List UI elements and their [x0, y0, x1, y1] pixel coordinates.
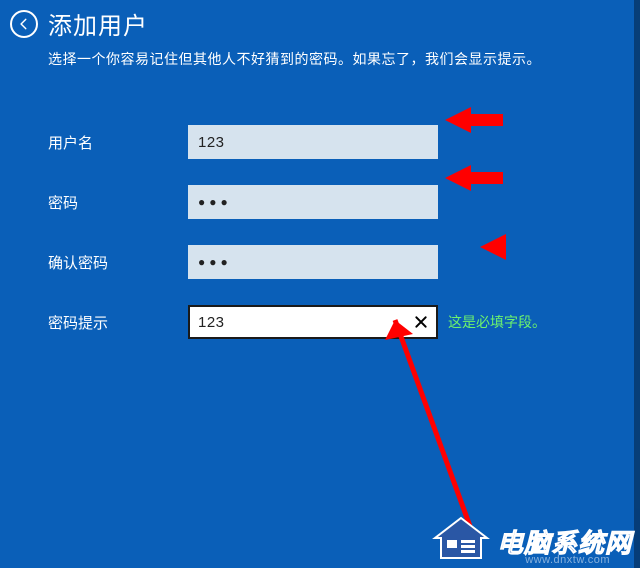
- page-subtitle: 选择一个你容易记住但其他人不好猜到的密码。如果忘了，我们会显示提示。: [0, 45, 640, 69]
- confirm-password-input[interactable]: ●●●: [188, 245, 438, 279]
- watermark-url: www.dnxtw.com: [525, 554, 610, 566]
- password-hint-label: 密码提示: [48, 312, 188, 333]
- scrollbar[interactable]: [634, 0, 640, 568]
- password-label: 密码: [48, 192, 188, 213]
- house-icon: [431, 516, 491, 560]
- hint-error-text: 这是必填字段。: [448, 312, 546, 332]
- page-title: 添加用户: [48, 6, 148, 41]
- password-hint-input[interactable]: [188, 305, 438, 339]
- arrow-left-icon: [17, 17, 31, 31]
- username-label: 用户名: [48, 132, 188, 153]
- username-input[interactable]: [188, 125, 438, 159]
- back-button[interactable]: [10, 10, 38, 38]
- add-user-form: 用户名 密码 ●●● 确认密码 ●●● 密码提示 这是必填字段。: [0, 69, 640, 339]
- password-input[interactable]: ●●●: [188, 185, 438, 219]
- close-icon: [413, 314, 429, 330]
- confirm-password-label: 确认密码: [48, 252, 188, 273]
- clear-button[interactable]: [410, 311, 432, 333]
